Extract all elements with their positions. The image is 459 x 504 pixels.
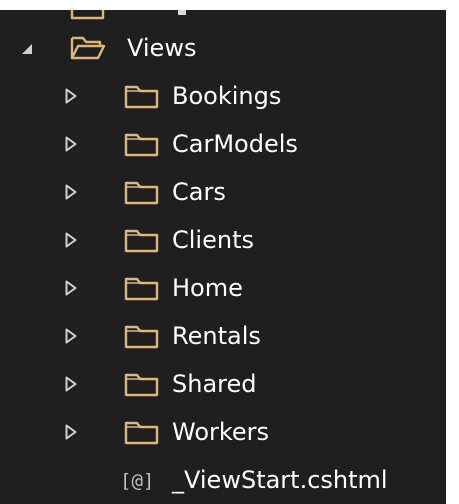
- tree-item-viewstart-file[interactable]: [@] _ViewStart.cshtml: [0, 456, 446, 504]
- tree-item-label: Shared: [172, 370, 257, 398]
- folder-icon: [124, 83, 160, 109]
- partial-text-fragment: [178, 10, 186, 15]
- chevron-collapsed-icon[interactable]: [64, 375, 78, 393]
- chevron-collapsed-icon[interactable]: [64, 135, 78, 153]
- chevron-collapsed-icon[interactable]: [64, 183, 78, 201]
- tree-item-shared[interactable]: Shared: [0, 360, 446, 408]
- tree-item-carmodels[interactable]: CarModels: [0, 120, 446, 168]
- chevron-collapsed-icon[interactable]: [64, 87, 78, 105]
- tree-item-clients[interactable]: Clients: [0, 216, 446, 264]
- folder-icon: [124, 179, 160, 205]
- folder-icon: [124, 275, 160, 301]
- chevron-collapsed-icon[interactable]: [64, 231, 78, 249]
- partial-tree-row: [0, 10, 446, 20]
- folder-icon: [124, 227, 160, 253]
- solution-explorer-tree: Views Bookings CarModels Cars Clients Home Re…: [0, 10, 446, 504]
- chevron-collapsed-icon[interactable]: [64, 423, 78, 441]
- tree-item-rentals[interactable]: Rentals: [0, 312, 446, 360]
- tree-item-label: Clients: [172, 226, 254, 254]
- tree-item-label: CarModels: [172, 130, 298, 158]
- tree-item-home[interactable]: Home: [0, 264, 446, 312]
- chevron-collapsed-icon[interactable]: [64, 279, 78, 297]
- tree-item-label: Home: [172, 274, 243, 302]
- razor-file-icon: [@]: [120, 470, 155, 492]
- tree-item-label: Workers: [172, 418, 270, 446]
- tree-item-workers[interactable]: Workers: [0, 408, 446, 456]
- tree-item-label: Cars: [172, 178, 226, 206]
- tree-item-label: Views: [127, 34, 197, 62]
- chevron-expanded-icon[interactable]: [20, 39, 34, 57]
- tree-item-label: Rentals: [172, 322, 261, 350]
- tree-item-cars[interactable]: Cars: [0, 168, 446, 216]
- folder-open-icon: [70, 35, 106, 61]
- folder-icon: [70, 10, 105, 20]
- folder-icon: [124, 323, 160, 349]
- tree-item-label: Bookings: [172, 82, 282, 110]
- folder-icon: [124, 371, 160, 397]
- tree-item-views[interactable]: Views: [0, 24, 446, 72]
- tree-item-bookings[interactable]: Bookings: [0, 72, 446, 120]
- chevron-collapsed-icon[interactable]: [64, 327, 78, 345]
- folder-icon: [124, 131, 160, 157]
- tree-item-label: _ViewStart.cshtml: [172, 466, 388, 494]
- folder-icon: [124, 419, 160, 445]
